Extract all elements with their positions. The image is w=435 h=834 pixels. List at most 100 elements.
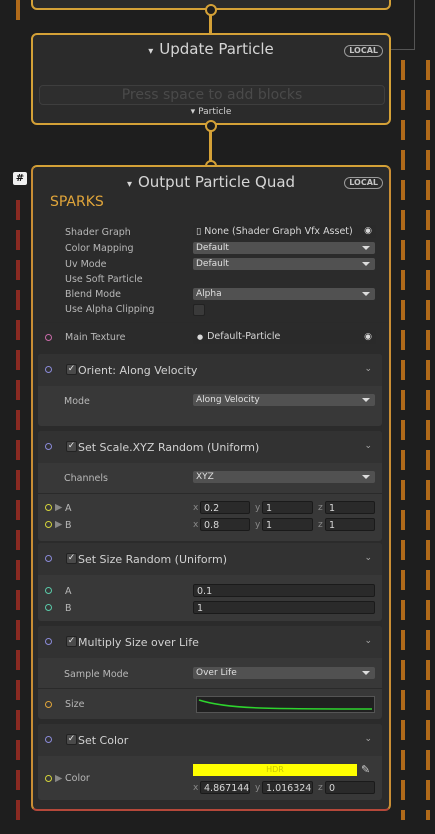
alpha-clipping-label: Use Alpha Clipping <box>65 304 155 315</box>
block-set-scale[interactable]: ✓ Set Scale.XYZ Random (Uniform) ⌄ Chann… <box>38 431 382 541</box>
shader-graph-field[interactable]: ▯ None (Shader Graph Vfx Asset) ◉ <box>193 225 376 238</box>
b-label: B <box>65 520 72 531</box>
vector-port[interactable] <box>45 521 52 528</box>
a-y-field[interactable]: 1 <box>262 501 313 514</box>
particle-icon: ▾ <box>190 107 196 117</box>
a-field[interactable]: 0.1 <box>193 584 375 597</box>
size-curve-field[interactable] <box>196 696 375 713</box>
block-title: Set Size Random (Uniform) <box>78 553 227 566</box>
block-set-size[interactable]: ✓ Set Size Random (Uniform) ⌄ A 0.1 B 1 <box>38 543 382 621</box>
color-x-field[interactable]: 4.867144 <box>200 781 250 794</box>
x-axis-label: x <box>193 783 199 793</box>
color-swatch[interactable]: HDR <box>193 764 357 776</box>
a-label: A <box>65 503 72 514</box>
block-enable-checkbox[interactable]: ✓ <box>66 364 77 375</box>
expand-arrow-icon[interactable]: ▶ <box>55 502 62 513</box>
flow-input-port[interactable] <box>45 555 52 562</box>
size-curve <box>198 699 373 710</box>
blend-mode-label: Blend Mode <box>65 289 121 300</box>
asset-file-icon: ▯ <box>196 226 202 237</box>
chevron-down-icon[interactable]: ⌄ <box>364 553 372 563</box>
add-blocks-placeholder[interactable]: Press space to add blocks <box>39 85 385 105</box>
texture-port[interactable] <box>45 334 52 341</box>
link-edge-left-orange <box>16 0 20 20</box>
a-z-field[interactable]: 1 <box>325 501 375 514</box>
block-enable-checkbox[interactable]: ✓ <box>66 734 77 745</box>
flow-link <box>209 14 212 34</box>
mode-dropdown[interactable]: Along Velocity <box>193 394 375 406</box>
color-port[interactable] <box>45 775 52 782</box>
alpha-clipping-checkbox[interactable] <box>193 304 205 316</box>
x-axis-label: x <box>193 520 199 530</box>
b-z-field[interactable]: 1 <box>325 518 375 531</box>
update-context-title: ▾ Update Particle <box>148 40 274 58</box>
object-picker-icon[interactable]: ◉ <box>364 225 372 238</box>
b-y-field[interactable]: 1 <box>262 518 313 531</box>
block-orient[interactable]: ✓ Orient: Along Velocity ⌄ Mode Along Ve… <box>38 354 382 426</box>
flow-input-port[interactable] <box>45 638 52 645</box>
block-title: Orient: Along Velocity <box>78 364 198 377</box>
sample-mode-label: Sample Mode <box>64 669 129 680</box>
block-header[interactable]: ✓ Set Size Random (Uniform) ⌄ <box>38 543 382 575</box>
chevron-down-icon[interactable]: ⌄ <box>364 441 372 451</box>
color-label: Color <box>65 773 90 784</box>
float-port[interactable] <box>45 604 52 611</box>
color-y-field[interactable]: 1.016324 <box>262 781 313 794</box>
b-label: B <box>65 603 72 614</box>
block-multiply-size[interactable]: ✓ Multiply Size over Life ⌄ Sample Mode … <box>38 626 382 719</box>
b-x-field[interactable]: 0.8 <box>200 518 250 531</box>
chevron-down-icon[interactable]: ⌄ <box>364 364 372 374</box>
block-header[interactable]: ✓ Set Scale.XYZ Random (Uniform) ⌄ <box>38 431 382 463</box>
flow-input-port[interactable] <box>45 366 52 373</box>
main-texture-label: Main Texture <box>65 332 126 343</box>
expand-arrow-icon[interactable]: ▶ <box>55 773 62 784</box>
b-field[interactable]: 1 <box>193 601 375 614</box>
divider <box>38 493 382 494</box>
block-header[interactable]: ✓ Set Color ⌄ <box>38 724 382 756</box>
block-header[interactable]: ✓ Multiply Size over Life ⌄ <box>38 626 382 658</box>
chevron-down-icon[interactable]: ⌄ <box>364 636 372 646</box>
channels-dropdown[interactable]: XYZ <box>193 471 375 483</box>
expand-arrow-icon[interactable]: ▶ <box>55 519 62 530</box>
system-name[interactable]: SPARKS <box>50 194 104 210</box>
shader-graph-label: Shader Graph <box>65 227 131 238</box>
update-context[interactable]: ▾ Update Particle LOCAL Press space to ad… <box>31 33 391 125</box>
a-label: A <box>65 586 72 597</box>
vector-port[interactable] <box>45 504 52 511</box>
block-enable-checkbox[interactable]: ✓ <box>66 441 77 452</box>
y-axis-label: y <box>255 503 261 513</box>
eyedropper-icon[interactable]: ✎ <box>361 763 370 776</box>
curve-port[interactable] <box>45 701 52 708</box>
object-picker-icon[interactable]: ◉ <box>364 330 372 344</box>
z-axis-label: z <box>318 503 323 513</box>
flow-input-port[interactable] <box>45 736 52 743</box>
blend-mode-dropdown[interactable]: Alpha <box>193 288 375 300</box>
curve-graph <box>198 699 373 710</box>
a-x-field[interactable]: 0.2 <box>200 501 250 514</box>
block-enable-checkbox[interactable]: ✓ <box>66 553 77 564</box>
particle-system-icon: ▾ <box>126 179 132 190</box>
block-title: Multiply Size over Life <box>78 636 199 649</box>
color-z-field[interactable]: 0 <box>325 781 375 794</box>
uv-mode-label: Uv Mode <box>65 259 107 270</box>
sample-mode-dropdown[interactable]: Over Life <box>193 667 375 679</box>
block-set-color[interactable]: ✓ Set Color ⌄ ▶ Color HDR ✎ x 4.867144 y… <box>38 724 382 800</box>
output-context-title: ▾ Output Particle Quad <box>126 173 296 191</box>
local-badge: LOCAL <box>344 177 383 189</box>
link-edge-red <box>16 200 20 820</box>
texture-icon: ● <box>197 333 204 341</box>
block-header[interactable]: ✓ Orient: Along Velocity ⌄ <box>38 354 382 386</box>
color-mapping-dropdown[interactable]: Default <box>193 242 375 254</box>
system-frame-edge <box>414 0 415 50</box>
main-texture-field[interactable]: ● Default-Particle ◉ <box>193 330 376 344</box>
uv-mode-dropdown[interactable]: Default <box>193 258 375 270</box>
divider <box>38 688 382 689</box>
z-axis-label: z <box>318 520 323 530</box>
chevron-down-icon[interactable]: ⌄ <box>364 734 372 744</box>
link-edge-orange-2 <box>426 60 430 820</box>
particle-system-icon: ▾ <box>148 46 154 57</box>
divider <box>33 322 389 323</box>
float-port[interactable] <box>45 587 52 594</box>
flow-input-port[interactable] <box>45 443 52 450</box>
block-enable-checkbox[interactable]: ✓ <box>66 636 77 647</box>
